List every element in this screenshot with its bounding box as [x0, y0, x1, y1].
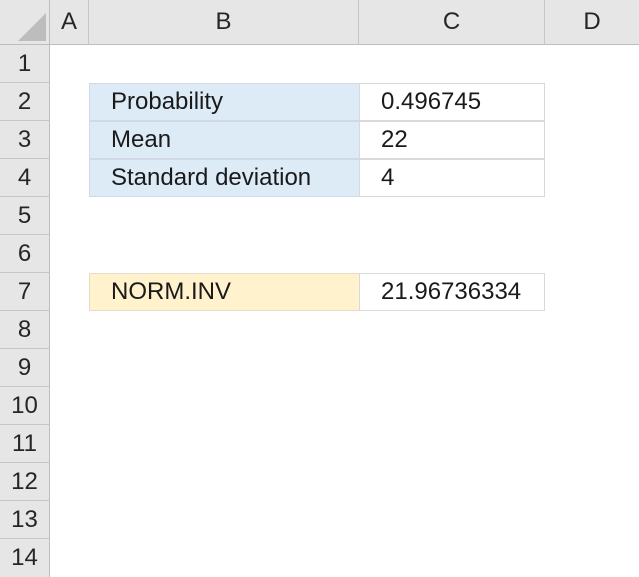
cell-c3-mean-value[interactable]: 22	[359, 121, 545, 159]
cell-b4-std-dev-label[interactable]: Standard deviation	[89, 159, 360, 197]
cell-c2-probability-value[interactable]: 0.496745	[359, 83, 545, 121]
row-header-8[interactable]: 8	[0, 311, 50, 349]
cell-b7-norm-inv-label[interactable]: NORM.INV	[89, 273, 360, 311]
row-header-7[interactable]: 7	[0, 273, 50, 311]
column-header-b[interactable]: B	[89, 0, 359, 45]
cell-b2-probability-label[interactable]: Probability	[89, 83, 360, 121]
cell-c7-norm-inv-result[interactable]: 21.96736334	[359, 273, 545, 311]
column-header-a[interactable]: A	[50, 0, 89, 45]
row-header-12[interactable]: 12	[0, 463, 50, 501]
column-header-d[interactable]: D	[545, 0, 639, 45]
row-header-11[interactable]: 11	[0, 425, 50, 463]
column-header-c[interactable]: C	[359, 0, 545, 45]
row-header-3[interactable]: 3	[0, 121, 50, 159]
cell-b3-mean-label[interactable]: Mean	[89, 121, 360, 159]
row-header-10[interactable]: 10	[0, 387, 50, 425]
row-header-9[interactable]: 9	[0, 349, 50, 387]
row-header-13[interactable]: 13	[0, 501, 50, 539]
spreadsheet-grid: A B C D 1 2 3 4 5 6 7 8 9 10 11 12 13 14…	[0, 0, 639, 577]
row-header-14[interactable]: 14	[0, 539, 50, 577]
select-all-triangle-icon	[18, 13, 46, 41]
row-header-6[interactable]: 6	[0, 235, 50, 273]
cell-c4-std-dev-value[interactable]: 4	[359, 159, 545, 197]
select-all-corner[interactable]	[0, 0, 50, 45]
row-header-4[interactable]: 4	[0, 159, 50, 197]
row-header-1[interactable]: 1	[0, 45, 50, 83]
row-header-5[interactable]: 5	[0, 197, 50, 235]
row-header-2[interactable]: 2	[0, 83, 50, 121]
